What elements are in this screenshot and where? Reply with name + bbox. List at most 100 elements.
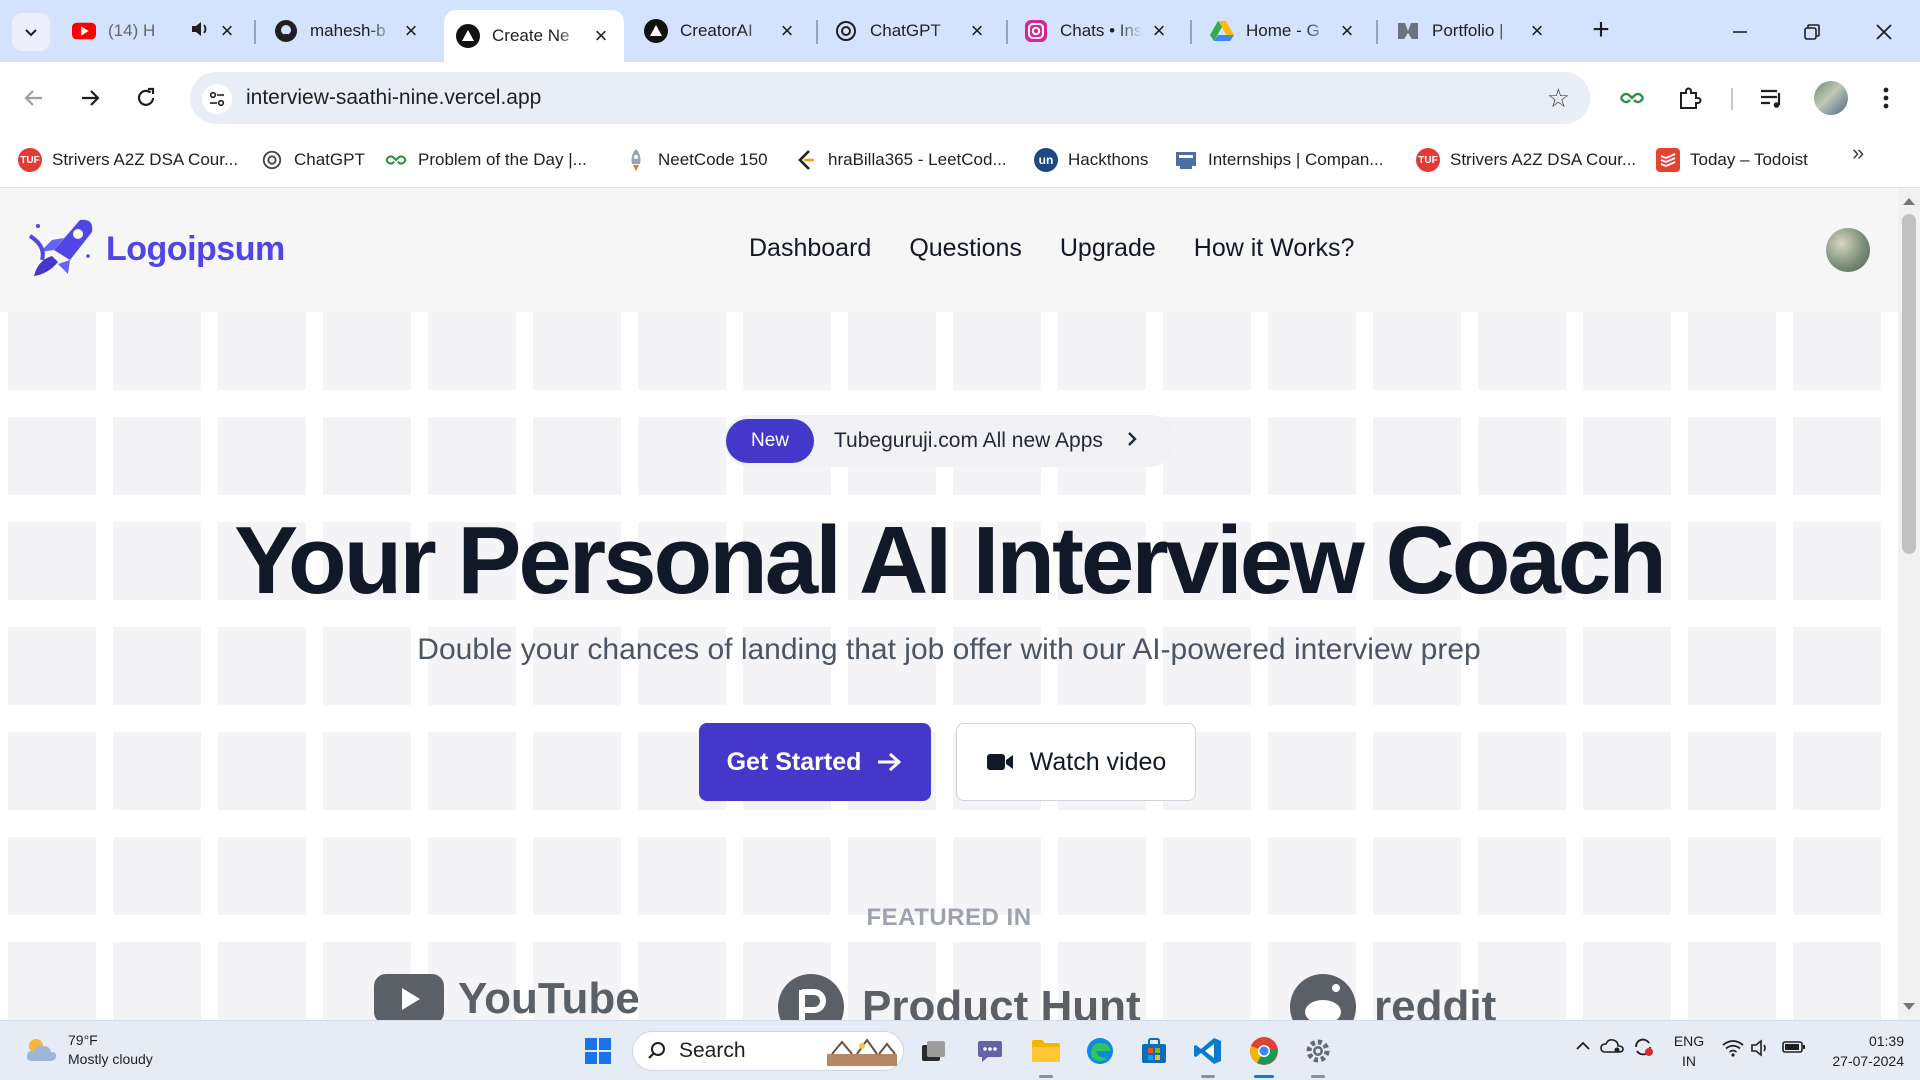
tab-separator [1376, 20, 1378, 44]
profile-avatar[interactable] [1814, 81, 1848, 115]
close-tab-icon[interactable]: × [400, 18, 422, 43]
bookmark-item[interactable]: TUF Strivers A2Z DSA Cour... [1416, 144, 1636, 176]
close-tab-icon[interactable]: × [966, 18, 988, 43]
tab-instagram[interactable]: Chats • Ins × [1012, 10, 1182, 52]
system-clock[interactable]: 01:39 27-07-2024 [1820, 1031, 1904, 1071]
close-window-button[interactable] [1864, 14, 1904, 50]
back-button[interactable] [14, 78, 54, 118]
nav-upgrade[interactable]: Upgrade [1060, 234, 1156, 263]
github-icon [274, 19, 298, 43]
instagram-icon [1024, 19, 1048, 43]
bookmark-item[interactable]: TUF Strivers A2Z DSA Cour... [18, 144, 238, 176]
url-text[interactable]: interview-saathi-nine.vercel.app [246, 86, 541, 110]
tab-chatgpt[interactable]: ChatGPT × [822, 10, 1000, 52]
onedrive-tray-icon[interactable] [1600, 1037, 1624, 1058]
task-view-button[interactable] [916, 1033, 952, 1069]
bookmark-item[interactable]: un Hackthons [1034, 144, 1148, 176]
address-bar[interactable]: interview-saathi-nine.vercel.app ☆ [190, 72, 1590, 124]
todoist-icon [1656, 148, 1680, 172]
tab-youtube[interactable]: (14) H × [60, 10, 250, 52]
new-tab-button[interactable]: + [1586, 15, 1616, 46]
bookmark-star-icon[interactable]: ☆ [1547, 84, 1570, 112]
taskbar-search[interactable]: Search [632, 1031, 904, 1071]
nav-dashboard[interactable]: Dashboard [749, 234, 871, 263]
bookmark-item[interactable]: Internships | Compan... [1174, 144, 1383, 176]
user-avatar[interactable] [1826, 228, 1870, 272]
chatgpt-icon [260, 148, 284, 172]
speaker-icon[interactable] [190, 20, 210, 43]
volume-icon[interactable] [1750, 1039, 1772, 1060]
tab-title: CreatorAI [680, 21, 753, 40]
more-bookmarks-icon[interactable]: » [1852, 140, 1864, 166]
media-controls-icon[interactable] [1756, 82, 1788, 114]
tab-search-button[interactable] [12, 13, 50, 51]
vscode-button[interactable] [1190, 1033, 1226, 1069]
wifi-icon[interactable] [1722, 1039, 1744, 1060]
show-hidden-icons-button[interactable] [1574, 1037, 1592, 1058]
chrome-button[interactable] [1246, 1033, 1282, 1069]
task-view-icon [922, 1041, 945, 1061]
close-tab-icon[interactable]: × [590, 23, 612, 48]
bookmark-item[interactable]: Problem of the Day |... [384, 144, 587, 176]
bookmark-item[interactable]: NeetCode 150 [624, 144, 768, 176]
featured-in-label: FEATURED IN [866, 904, 1032, 931]
edge-button[interactable] [1082, 1033, 1118, 1069]
minimize-icon [1733, 31, 1747, 33]
search-icon [648, 1042, 665, 1059]
tab-create-new[interactable]: Create Ne × [444, 10, 624, 62]
reload-button[interactable] [126, 78, 166, 118]
nav-questions[interactable]: Questions [909, 234, 1022, 263]
get-started-button[interactable]: Get Started [699, 723, 931, 801]
teams-chat-button[interactable] [972, 1033, 1008, 1069]
announcement-pill[interactable]: New Tubeguruji.com All new Apps [724, 415, 1176, 467]
tab-github[interactable]: mahesh-b × [262, 10, 434, 52]
settings-button[interactable] [1300, 1033, 1336, 1069]
nav-how-it-works[interactable]: How it Works? [1194, 234, 1355, 263]
scrollbar-thumb[interactable] [1902, 214, 1916, 554]
page-viewport: Logoipsum Dashboard Questions Upgrade Ho… [0, 188, 1898, 1020]
restore-button[interactable] [1792, 14, 1832, 50]
close-tab-icon[interactable]: × [216, 18, 238, 43]
weather-widget[interactable]: 79°F Mostly cloudy [24, 1031, 153, 1069]
vercel-icon [456, 24, 480, 48]
bookmark-item[interactable]: ChatGPT [260, 144, 365, 176]
tab-google-drive[interactable]: Home - G × [1198, 10, 1370, 52]
site-settings-icon[interactable] [202, 84, 232, 114]
gfg-extension-icon[interactable] [1616, 82, 1648, 114]
minimize-button[interactable] [1720, 14, 1760, 50]
tab-title: ChatGPT [870, 21, 941, 40]
forward-button[interactable] [70, 78, 110, 118]
search-label: Search [679, 1039, 746, 1062]
sync-tray-icon[interactable] [1632, 1037, 1654, 1060]
bookmark-item[interactable]: Today – Todoist [1656, 144, 1808, 176]
running-indicator [1201, 1075, 1215, 1078]
scroll-up-icon[interactable] [1903, 198, 1915, 205]
toolbar-separator [1731, 88, 1733, 110]
close-tab-icon[interactable]: × [776, 18, 798, 43]
tab-creatorai[interactable]: CreatorAI × [632, 10, 810, 52]
extensions-puzzle-icon[interactable] [1674, 82, 1706, 114]
vscode-icon [1194, 1038, 1221, 1064]
clock-date: 27-07-2024 [1832, 1053, 1904, 1069]
close-tab-icon[interactable]: × [1148, 18, 1170, 43]
close-icon [1876, 24, 1892, 40]
tab-title: Home - G [1246, 21, 1320, 40]
tab-separator [816, 20, 818, 44]
close-tab-icon[interactable]: × [1336, 18, 1358, 43]
start-button[interactable] [580, 1033, 616, 1069]
page-scrollbar[interactable] [1898, 188, 1920, 1020]
tuf-icon: TUF [1416, 148, 1440, 172]
watch-video-button[interactable]: Watch video [956, 723, 1196, 801]
browser-menu-icon[interactable] [1870, 82, 1902, 114]
scroll-down-icon[interactable] [1903, 1003, 1915, 1010]
tab-portfolio[interactable]: Portfolio | × [1384, 10, 1560, 52]
input-language[interactable]: ENG IN [1672, 1031, 1706, 1071]
site-logo[interactable]: Logoipsum [28, 216, 285, 282]
store-button[interactable] [1136, 1033, 1172, 1069]
bookmark-label: Strivers A2Z DSA Cour... [1450, 150, 1637, 169]
file-explorer-button[interactable] [1028, 1033, 1064, 1069]
battery-icon[interactable] [1782, 1039, 1806, 1058]
bookmark-item[interactable]: hraBilla365 - LeetCod... [794, 144, 1007, 176]
close-tab-icon[interactable]: × [1526, 18, 1548, 43]
bookmarks-bar: TUF Strivers A2Z DSA Cour... ChatGPT Pro… [0, 134, 1920, 188]
